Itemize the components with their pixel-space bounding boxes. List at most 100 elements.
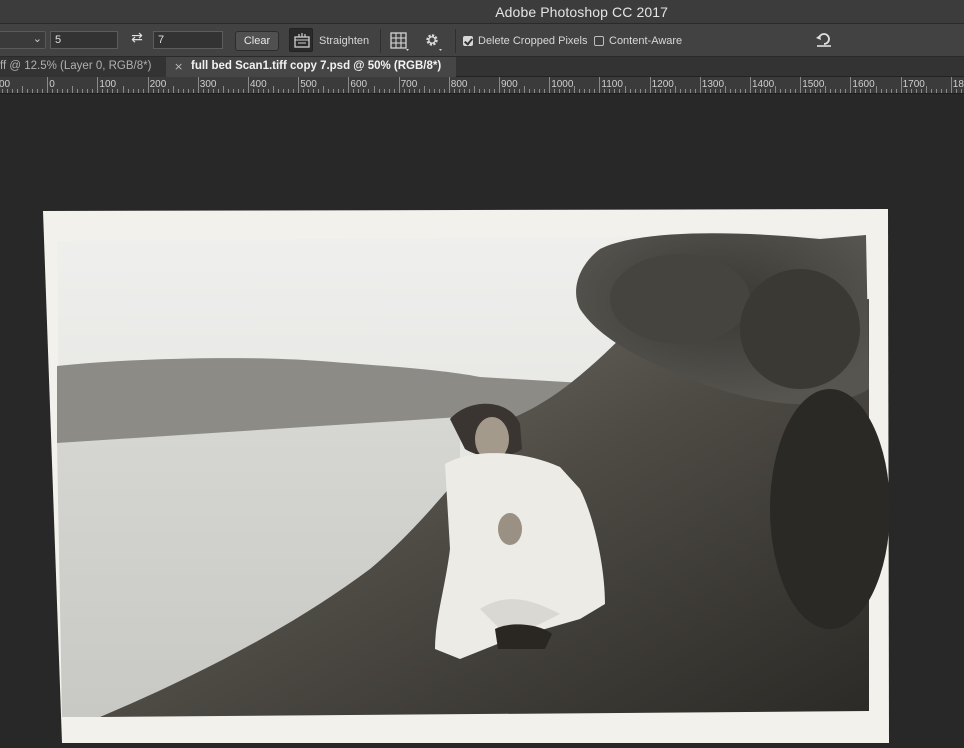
ruler-minor-tick xyxy=(493,89,495,93)
ruler-minor-tick xyxy=(930,89,932,93)
ruler-minor-tick xyxy=(142,89,144,93)
ruler-minor-tick xyxy=(473,86,475,93)
divider xyxy=(380,29,381,53)
delete-cropped-label[interactable]: Delete Cropped Pixels xyxy=(478,35,587,47)
ruler-minor-tick xyxy=(107,89,109,93)
ruler-minor-tick xyxy=(433,89,435,93)
ruler-minor-tick xyxy=(960,89,962,93)
ruler-minor-tick xyxy=(393,89,395,93)
ruler-minor-tick xyxy=(780,89,782,93)
document-tab-bar: ff @ 12.5% (Layer 0, RGB/8*) × full bed … xyxy=(0,57,964,77)
gear-icon[interactable] xyxy=(421,30,443,52)
ruler-minor-tick xyxy=(273,86,275,93)
ruler-minor-tick xyxy=(162,89,164,93)
ruler-minor-tick xyxy=(840,89,842,93)
ruler-minor-tick xyxy=(32,89,34,93)
canvas-area[interactable] xyxy=(0,95,964,743)
ruler-minor-tick xyxy=(669,89,671,93)
ruler-minor-tick xyxy=(765,89,767,93)
ruler-minor-tick xyxy=(619,89,621,93)
ruler-minor-tick xyxy=(468,89,470,93)
horizontal-ruler[interactable]: 00 0 100 200 300 400 500 600 700 800 900 1000 1100 12… xyxy=(0,77,964,94)
swap-icon[interactable]: ⇄ xyxy=(129,30,145,46)
ruler-minor-tick xyxy=(845,89,847,93)
straighten-icon[interactable] xyxy=(289,28,313,52)
grid-overlay-icon[interactable] xyxy=(388,30,410,52)
straighten-label[interactable]: Straighten xyxy=(319,35,369,47)
ruler-minor-tick xyxy=(885,89,887,93)
ruler-minor-tick xyxy=(418,89,420,93)
ruler-minor-tick xyxy=(77,89,79,93)
content-aware-checkbox[interactable] xyxy=(594,36,604,46)
ruler-minor-tick xyxy=(805,89,807,93)
ruler-minor-tick xyxy=(589,89,591,93)
ruler-minor-tick xyxy=(674,86,676,93)
ratio-height-field[interactable]: 7 xyxy=(153,31,223,49)
ruler-minor-tick xyxy=(604,89,606,93)
ruler-minor-tick xyxy=(719,89,721,93)
ruler-minor-tick xyxy=(574,86,576,93)
ruler-minor-tick xyxy=(172,86,174,93)
ruler-major-tick xyxy=(398,77,400,93)
reset-icon[interactable] xyxy=(814,30,834,50)
ruler-minor-tick xyxy=(62,89,64,93)
ruler-minor-tick xyxy=(358,89,360,93)
ruler-minor-tick xyxy=(237,89,239,93)
ruler-minor-tick xyxy=(42,89,44,93)
ruler-minor-tick xyxy=(835,89,837,93)
ruler-minor-tick xyxy=(343,89,345,93)
ruler-label: 180 xyxy=(952,79,964,90)
ruler-minor-tick xyxy=(483,89,485,93)
ruler-minor-tick xyxy=(539,89,541,93)
ruler-minor-tick xyxy=(12,89,14,93)
ruler-minor-tick xyxy=(268,89,270,93)
close-icon[interactable]: × xyxy=(174,60,183,73)
ruler-minor-tick xyxy=(478,89,480,93)
clear-button[interactable]: Clear xyxy=(235,31,279,51)
ruler-minor-tick xyxy=(775,86,777,93)
ruler-minor-tick xyxy=(790,89,792,93)
ruler-major-tick xyxy=(197,77,199,93)
ruler-minor-tick xyxy=(192,89,194,93)
document-image[interactable] xyxy=(40,209,892,743)
ruler-minor-tick xyxy=(453,89,455,93)
tab-document-2[interactable]: × full bed Scan1.tiff copy 7.psd @ 50% (… xyxy=(166,57,456,77)
ruler-minor-tick xyxy=(755,89,757,93)
ruler-minor-tick xyxy=(910,89,912,93)
content-aware-label[interactable]: Content-Aware xyxy=(609,35,682,47)
ruler-minor-tick xyxy=(463,89,465,93)
ruler-minor-tick xyxy=(458,89,460,93)
ruler-minor-tick xyxy=(945,89,947,93)
ruler-minor-tick xyxy=(187,89,189,93)
ruler-minor-tick xyxy=(443,89,445,93)
ruler-minor-tick xyxy=(388,89,390,93)
ruler-minor-tick xyxy=(177,89,179,93)
ruler-minor-tick xyxy=(112,89,114,93)
ruler-minor-tick xyxy=(27,89,29,93)
ruler-minor-tick xyxy=(217,89,219,93)
ruler-minor-tick xyxy=(413,89,415,93)
ruler-minor-tick xyxy=(283,89,285,93)
ruler-minor-tick xyxy=(770,89,772,93)
ruler-minor-tick xyxy=(729,89,731,93)
ruler-minor-tick xyxy=(534,89,536,93)
ruler-minor-tick xyxy=(509,89,511,93)
crop-ratio-select[interactable]: ⌄ xyxy=(0,31,46,49)
tab-document-1[interactable]: ff @ 12.5% (Layer 0, RGB/8*) xyxy=(0,57,166,77)
ruler-minor-tick xyxy=(278,89,280,93)
ruler-minor-tick xyxy=(212,89,214,93)
ruler-minor-tick xyxy=(222,86,224,93)
ruler-minor-tick xyxy=(795,89,797,93)
ruler-minor-tick xyxy=(408,89,410,93)
ruler-minor-tick xyxy=(714,89,716,93)
ruler-major-tick xyxy=(649,77,651,93)
ratio-width-field[interactable]: 5 xyxy=(50,31,118,49)
ruler-minor-tick xyxy=(760,89,762,93)
ruler-minor-tick xyxy=(624,86,626,93)
ruler-minor-tick xyxy=(318,89,320,93)
delete-cropped-checkbox[interactable] xyxy=(463,36,473,46)
ruler-minor-tick xyxy=(825,86,827,93)
ruler-minor-tick xyxy=(955,89,957,93)
ruler-minor-tick xyxy=(594,89,596,93)
ruler-minor-tick xyxy=(202,89,204,93)
